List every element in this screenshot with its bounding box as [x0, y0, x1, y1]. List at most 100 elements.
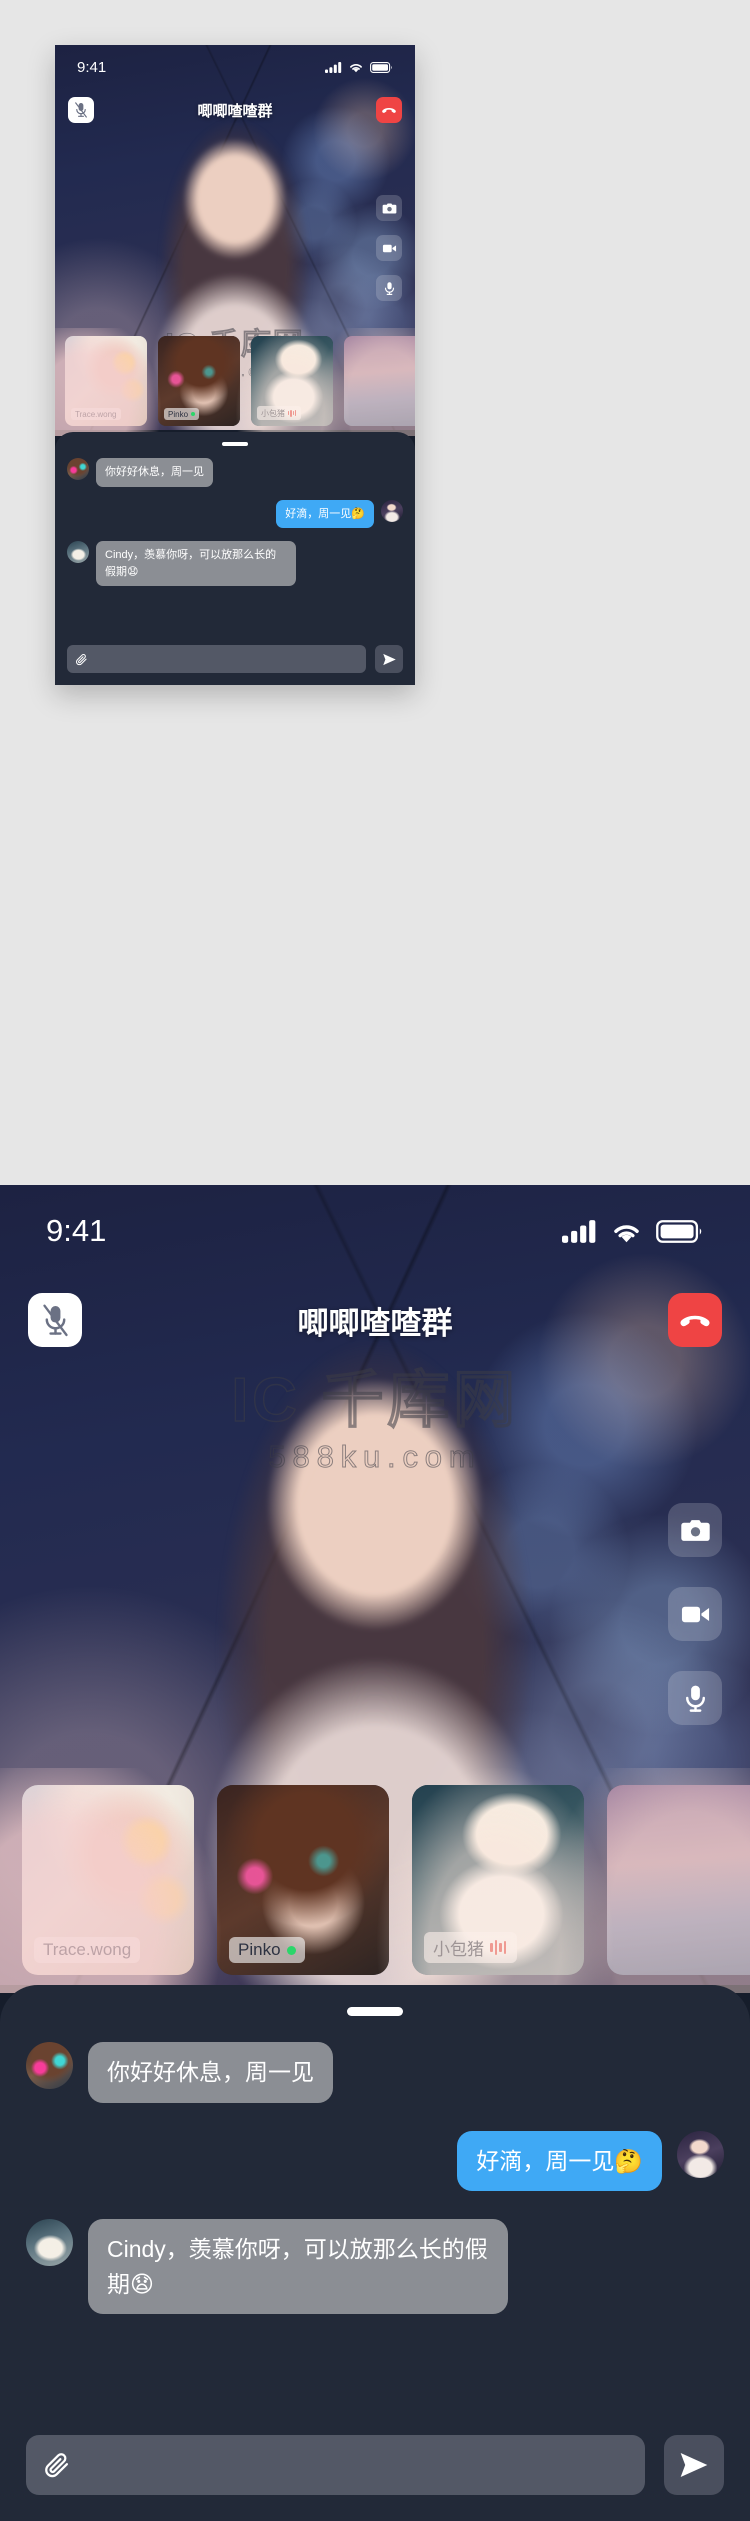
message-list: 你好好休息，周一见 好滴，周一见🤔 Cindy，羡慕你呀，可以放那么长的假期😧	[67, 458, 403, 631]
hangup-button[interactable]	[668, 1293, 722, 1347]
participant-name: 小包猪	[261, 408, 285, 418]
hangup-button[interactable]	[376, 97, 402, 123]
call-title: 唧唧喳喳群	[197, 102, 273, 120]
chat-panel: 你好好休息，周一见 好滴，周一见🤔 Cindy，羡慕你呀，可以放那么长的假期😧	[0, 1985, 750, 2521]
call-title: 唧唧喳喳群	[297, 1305, 453, 1341]
cellular-signal-icon	[562, 1219, 596, 1243]
avatar[interactable]	[67, 541, 89, 563]
participant-label: Trace.wong	[71, 408, 121, 420]
message-row: 好滴，周一见🤔	[26, 2130, 724, 2191]
participant-label: 小包猪	[424, 1932, 518, 1963]
cellular-signal-icon	[325, 61, 342, 73]
message-bubble[interactable]: 你好好休息，周一见	[88, 2042, 333, 2103]
phone-preview-small: IC 千库网 588ku.com 9:41	[55, 45, 415, 685]
microphone-button[interactable]	[668, 1671, 722, 1725]
phone-hangup-icon	[382, 108, 396, 113]
avatar[interactable]	[67, 458, 89, 480]
call-controls-rail	[668, 1503, 722, 1725]
participant-tile[interactable]: 小包猪	[251, 336, 333, 426]
online-status-dot	[286, 1945, 296, 1955]
avatar[interactable]	[26, 2042, 73, 2089]
status-bar-icons	[325, 61, 393, 73]
message-input-wrapper[interactable]	[67, 645, 366, 673]
mute-toggle-button[interactable]	[28, 1293, 82, 1347]
message-list: 你好好休息，周一见 好滴，周一见🤔 Cindy，羡慕你呀，可以放那么长的假期😧	[26, 2042, 724, 2405]
camera-icon	[680, 1519, 710, 1541]
message-row: 你好好休息，周一见	[67, 458, 403, 487]
paperclip-icon[interactable]	[75, 653, 88, 666]
send-arrow-icon	[382, 653, 396, 665]
camera-button[interactable]	[668, 1503, 722, 1557]
microphone-icon	[685, 1685, 705, 1712]
participant-tile[interactable]	[344, 336, 415, 426]
drag-handle[interactable]	[347, 2007, 403, 2016]
video-button[interactable]	[668, 1587, 722, 1641]
participant-tile[interactable]: Pinko	[158, 336, 240, 426]
battery-icon	[656, 1219, 702, 1243]
message-bubble[interactable]: 你好好休息，周一见	[96, 458, 213, 487]
participant-tile[interactable]	[607, 1785, 750, 1975]
message-row: 你好好休息，周一见	[26, 2042, 724, 2103]
chat-panel: 你好好休息，周一见 好滴，周一见🤔 Cindy，羡慕你呀，可以放那么长的假期😧	[55, 432, 415, 685]
call-header: 唧唧喳喳群	[0, 1293, 750, 1347]
message-bubble[interactable]: Cindy，羡慕你呀，可以放那么长的假期😧	[96, 541, 296, 586]
wifi-icon	[614, 1224, 639, 1242]
status-bar-time: 9:41	[46, 1213, 107, 1248]
send-button[interactable]	[664, 2435, 724, 2495]
microphone-muted-icon	[42, 1304, 68, 1336]
send-button[interactable]	[375, 645, 403, 673]
call-header: 唧唧喳喳群	[55, 97, 415, 123]
message-input[interactable]	[94, 653, 358, 665]
participant-tile[interactable]: 小包猪	[412, 1785, 584, 1975]
participant-name: Pinko	[168, 409, 189, 419]
message-composer	[26, 2435, 724, 2495]
participant-name: 小包猪	[433, 1940, 484, 1959]
avatar[interactable]	[381, 499, 403, 522]
participant-strip[interactable]: Trace.wong Pinko 小包猪	[55, 328, 415, 430]
participant-name: Trace.wong	[75, 409, 117, 419]
paperclip-icon[interactable]	[43, 2451, 71, 2479]
video-camera-icon	[681, 1606, 709, 1622]
camera-icon	[382, 203, 396, 213]
message-composer	[67, 645, 403, 673]
participant-tile[interactable]: Pinko	[217, 1785, 389, 1975]
participant-tile[interactable]: Trace.wong	[22, 1785, 194, 1975]
participant-name: Pinko	[238, 1940, 281, 1959]
phone-screen-full: IC 千库网 588ku.com 9:41	[0, 1185, 750, 2521]
message-bubble[interactable]: 好滴，周一见🤔	[457, 2130, 662, 2191]
message-row: 好滴，周一见🤔	[67, 499, 403, 528]
participant-name: Trace.wong	[43, 1940, 132, 1959]
participant-label: Trace.wong	[34, 1937, 141, 1963]
status-bar-time: 9:41	[77, 58, 107, 76]
status-bar-icons	[562, 1219, 704, 1244]
avatar[interactable]	[26, 2219, 73, 2266]
call-controls-rail	[376, 195, 402, 301]
speaking-waveform-icon	[288, 409, 297, 417]
drag-handle[interactable]	[222, 442, 248, 446]
camera-button[interactable]	[376, 195, 402, 221]
message-row: Cindy，羡慕你呀，可以放那么长的假期😧	[26, 2219, 724, 2314]
status-bar: 9:41	[0, 1185, 750, 1277]
message-input[interactable]	[84, 2451, 628, 2479]
message-input-wrapper[interactable]	[26, 2435, 645, 2495]
participant-label: Pinko	[164, 408, 200, 420]
message-bubble[interactable]: 好滴，周一见🤔	[276, 499, 374, 528]
video-camera-icon	[382, 244, 396, 252]
microphone-button[interactable]	[376, 275, 402, 301]
microphone-icon	[384, 281, 394, 295]
participant-video	[607, 1785, 750, 1975]
message-row: Cindy，羡慕你呀，可以放那么长的假期😧	[67, 541, 403, 586]
speaking-waveform-icon	[490, 1940, 508, 1955]
microphone-muted-icon	[75, 102, 87, 118]
wifi-icon	[350, 63, 362, 73]
video-button[interactable]	[376, 235, 402, 261]
participant-video	[344, 336, 415, 426]
status-bar: 9:41	[55, 45, 415, 89]
participant-tile[interactable]: Trace.wong	[65, 336, 147, 426]
message-bubble[interactable]: Cindy，羡慕你呀，可以放那么长的假期😧	[88, 2219, 508, 2314]
participant-label: Pinko	[229, 1937, 305, 1963]
avatar[interactable]	[677, 2130, 724, 2178]
send-arrow-icon	[680, 2453, 708, 2477]
participant-strip[interactable]: Trace.wong Pinko 小包猪	[0, 1768, 750, 1983]
mute-toggle-button[interactable]	[68, 97, 94, 123]
